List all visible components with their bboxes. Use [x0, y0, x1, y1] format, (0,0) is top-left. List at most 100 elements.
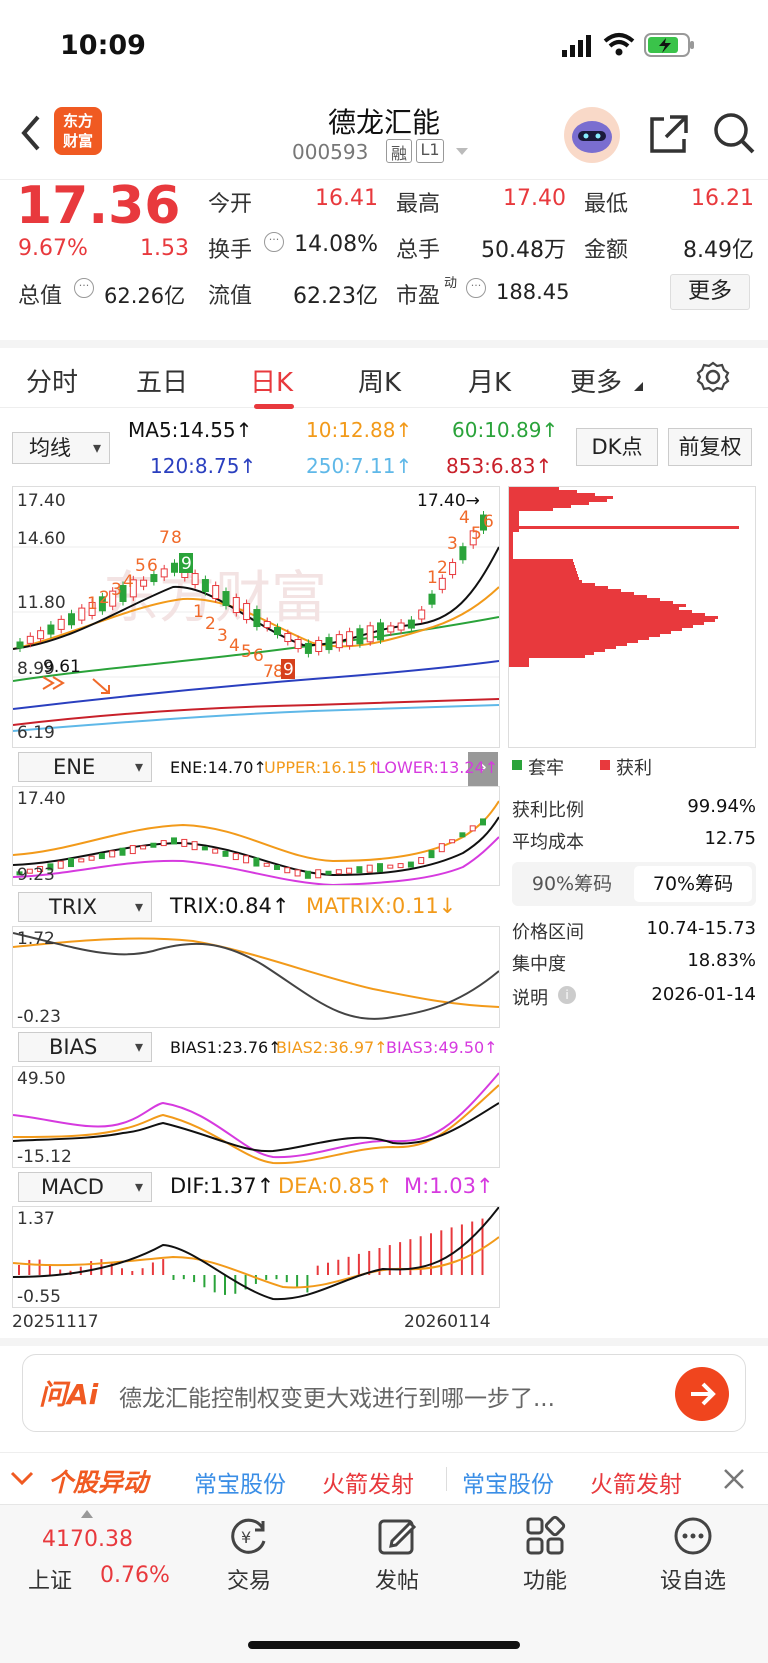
candle [150, 842, 157, 848]
candle [356, 866, 363, 874]
chip-bar [509, 592, 634, 595]
chip-bar [509, 643, 627, 646]
date-start: 20251117 [12, 1312, 99, 1332]
candle [377, 863, 383, 873]
fq-button[interactable]: 前复权 [668, 428, 752, 466]
ene-chart[interactable]: 17.40 9.23 [12, 786, 500, 887]
avg-cost-label: 平均成本 [512, 832, 584, 853]
ai-go-button[interactable] [675, 1367, 729, 1421]
settings-gear-icon[interactable] [696, 360, 730, 394]
td-label: 3 [111, 580, 122, 600]
td-label: 9 [181, 554, 192, 574]
tab-chip-90[interactable]: 90%筹码 [512, 862, 632, 906]
candle [407, 619, 415, 629]
ma60-value: 60:10.89↑ [452, 418, 559, 442]
candle [263, 621, 271, 629]
ai-question-bar[interactable]: 问Ai 德龙汇能控制权变更大戏进行到哪一步了... [22, 1354, 746, 1432]
chip-bar [509, 601, 673, 604]
chip-bar [509, 526, 739, 529]
ticker-stock[interactable]: 常宝股份 [194, 1465, 286, 1499]
candle [140, 579, 148, 587]
index-name[interactable]: 上证 [28, 1563, 72, 1595]
nav-watchlist[interactable]: 设自选 [638, 1515, 748, 1595]
open-value: 16.41 [315, 186, 378, 211]
more-button[interactable]: 更多 [670, 274, 750, 310]
chevron-down-icon[interactable] [10, 1469, 34, 1489]
chip-bar [509, 631, 671, 634]
td-label: 8 [171, 528, 182, 548]
candle [16, 641, 24, 649]
legend-solid: 套牢 [528, 758, 564, 779]
kline-chart[interactable]: 东方财富 1 2 3 4 5 6 7 8 9 1 2 3 4 5 6 7 8 [12, 486, 500, 748]
chip-bar [509, 541, 513, 544]
tab-five-day[interactable]: 五日 [136, 362, 188, 399]
nav-function[interactable]: 功能 [490, 1515, 600, 1595]
chip-bar [509, 529, 519, 532]
ticker-stock[interactable]: 常宝股份 [462, 1465, 554, 1499]
change-value: 1.53 [140, 236, 189, 261]
trix-chart[interactable]: 1.72 -0.23 [12, 926, 500, 1028]
chip-bar [509, 610, 692, 613]
candle [366, 864, 373, 873]
macd-select[interactable]: MACD [18, 1172, 152, 1202]
chip-bar [509, 538, 513, 541]
tab-weekly-k[interactable]: 周K [358, 362, 401, 399]
caret-down-icon[interactable] [455, 147, 469, 157]
pe-sup: 动 [444, 276, 458, 291]
arrow-right-icon [691, 1382, 716, 1406]
tab-more[interactable]: 更多 [570, 362, 622, 399]
ticker-event[interactable]: 火箭发射 [590, 1465, 682, 1499]
chip-bar [509, 634, 660, 637]
info-dots-icon[interactable]: ··· [466, 278, 486, 298]
candle [387, 864, 394, 869]
chip-bar [509, 550, 513, 553]
candle [397, 863, 404, 869]
ai-robot-icon[interactable] [562, 105, 622, 165]
candle [428, 850, 435, 859]
tab-chip-70[interactable]: 70%筹码 [634, 866, 752, 902]
candle [294, 639, 302, 650]
macd-chart[interactable]: 1.37 -0.55 [12, 1206, 500, 1308]
bias-select[interactable]: BIAS [18, 1032, 152, 1062]
chip-bar [509, 619, 715, 622]
search-icon[interactable] [712, 111, 756, 155]
td-label: 4 [123, 572, 134, 592]
candle [469, 825, 476, 832]
nav-trade[interactable]: ¥ 交易 [194, 1515, 304, 1595]
chip-bar [509, 517, 519, 520]
candle [201, 579, 209, 593]
range-value: 10.74-15.73 [646, 918, 756, 939]
share-icon[interactable] [648, 113, 690, 155]
y-axis-top: 1.72 [17, 929, 55, 949]
ene-plot [12, 800, 500, 887]
tab-daily-k[interactable]: 日K [250, 362, 293, 399]
candle [315, 869, 322, 879]
ma-select[interactable]: 均线 [12, 432, 110, 464]
ene-value: ENE:14.70↑ [170, 758, 267, 777]
index-value[interactable]: 4170.38 [42, 1527, 133, 1552]
tab-monthly-k[interactable]: 月K [468, 362, 511, 399]
trix-select[interactable]: TRIX [18, 892, 152, 922]
index-pct[interactable]: 0.76% [100, 1563, 170, 1588]
tab-intraday[interactable]: 分时 [26, 362, 78, 399]
ai-prompt[interactable]: 德龙汇能控制权变更大戏进行到哪一步了... [119, 1379, 555, 1413]
ene-select[interactable]: ENE [18, 752, 152, 782]
status-bar: 10:09 [0, 0, 768, 95]
chip-bar [509, 565, 575, 568]
matrix-value: MATRIX:0.11↓ [306, 894, 457, 918]
chip-bar [509, 553, 513, 556]
candle [428, 593, 436, 605]
nav-post[interactable]: 发帖 [342, 1515, 452, 1595]
bias1-value: BIAS1:23.76↑ [170, 1038, 282, 1057]
info-icon[interactable]: i [558, 986, 576, 1004]
chip-bar [509, 508, 553, 511]
high-value: 17.40 [503, 186, 566, 211]
profit-ratio-value: 99.94% [687, 796, 756, 817]
dk-button[interactable]: DK点 [576, 428, 658, 466]
close-icon[interactable] [722, 1467, 746, 1491]
bias-chart[interactable]: 49.50 -15.12 [12, 1066, 500, 1168]
legend-profit: 获利 [616, 758, 652, 779]
candle [88, 855, 95, 861]
info-dots-icon[interactable]: ··· [74, 278, 94, 298]
ticker-event[interactable]: 火箭发射 [322, 1465, 414, 1499]
